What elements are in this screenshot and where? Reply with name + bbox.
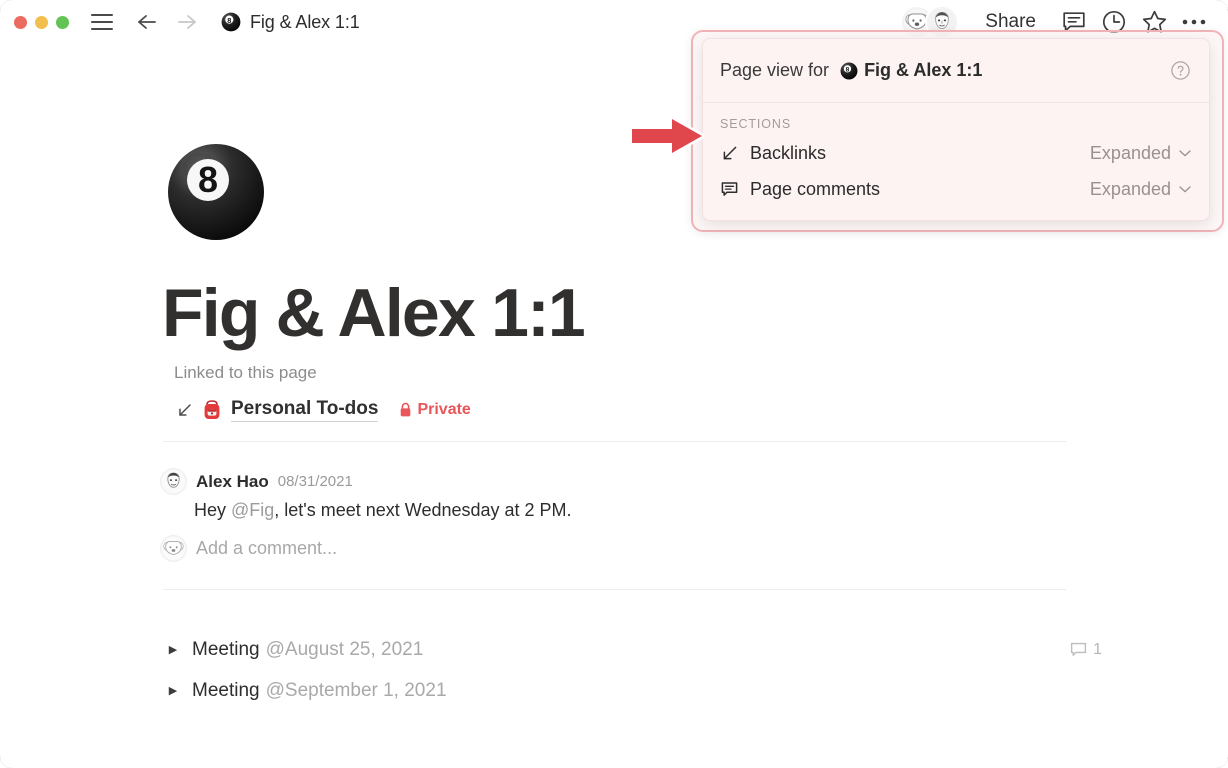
triangle-right-icon[interactable]: ▶ <box>162 684 184 697</box>
comment-text-after: , let's meet next Wednesday at 2 PM. <box>274 500 572 520</box>
page-emoji-eight-ball[interactable]: 8 <box>164 140 268 244</box>
panel-row-label: Backlinks <box>750 142 827 163</box>
arrow-down-left-icon <box>176 402 193 419</box>
comment-header: Alex Hao 08/31/2021 <box>160 468 1070 495</box>
minimize-window-button[interactable] <box>35 15 48 29</box>
avatar-current-user <box>160 535 187 562</box>
avatar-alex-hao <box>160 468 187 495</box>
backlinks-state-value: Expanded <box>1089 142 1171 163</box>
page-comment-block: Alex Hao 08/31/2021 Hey @Fig, let's meet… <box>160 468 1070 562</box>
titlebar-title: Fig & Alex 1:1 <box>250 11 360 32</box>
page-view-panel: Page view for 8 Fig & Alex 1:1 SECTIONS … <box>702 38 1210 221</box>
privacy-label: Private <box>417 401 471 418</box>
linked-page-row: Personal To-dos Private <box>176 398 471 422</box>
meeting-date[interactable]: @September 1, 2021 <box>266 680 447 702</box>
panel-row-page-comments[interactable]: Page comments Expanded <box>703 171 1209 207</box>
list-item[interactable]: ▶ Meeting @September 1, 2021 <box>162 670 1108 711</box>
meeting-comment-count-value: 1 <box>1093 640 1102 658</box>
add-comment-input[interactable]: Add a comment... <box>196 538 337 559</box>
panel-header-document: 8 Fig & Alex 1:1 <box>840 60 982 81</box>
linked-page-name[interactable]: Personal To-dos <box>231 398 379 422</box>
meeting-list: ▶ Meeting @August 25, 2021 1 ▶ Meeting @… <box>162 629 1108 711</box>
linked-to-this-page-label: Linked to this page <box>174 363 317 382</box>
list-item[interactable]: ▶ Meeting @August 25, 2021 1 <box>162 629 1108 670</box>
panel-sections-label: SECTIONS <box>720 117 792 131</box>
maximize-window-button[interactable] <box>56 15 69 29</box>
meeting-label: Meeting <box>192 638 260 660</box>
comment-text: Hey @Fig, let's meet next Wednesday at 2… <box>194 500 1070 521</box>
arrow-right-icon[interactable] <box>175 12 199 32</box>
meeting-date[interactable]: @August 25, 2021 <box>266 639 424 661</box>
meeting-label: Meeting <box>192 679 260 701</box>
chevron-down-icon <box>1178 148 1192 158</box>
panel-row-backlinks[interactable]: Backlinks Expanded <box>703 135 1209 171</box>
svg-text:8: 8 <box>198 159 218 200</box>
backpack-emoji <box>202 399 222 421</box>
arrow-down-left-icon <box>720 144 742 163</box>
eight-ball-icon: 8 <box>221 12 241 32</box>
triangle-right-icon[interactable]: ▶ <box>162 643 184 656</box>
arrow-left-icon[interactable] <box>135 12 159 32</box>
lock-icon <box>399 402 412 418</box>
backlinks-state-dropdown[interactable]: Expanded <box>1090 143 1192 164</box>
page-comments-state-value: Expanded <box>1089 178 1171 199</box>
page-comments-state-dropdown[interactable]: Expanded <box>1090 179 1192 200</box>
panel-row-label: Page comments <box>750 178 881 199</box>
comment-lines-icon <box>720 180 742 199</box>
app-window: 8 Fig & Alex 1:1 Share 8 Fig & Alex 1:1 … <box>0 0 1228 768</box>
divider-top <box>163 441 1066 442</box>
comment-text-before: Hey <box>194 500 232 520</box>
navigation-arrows <box>135 12 199 32</box>
meeting-comment-count[interactable]: 1 <box>1070 641 1102 659</box>
comment-author: Alex Hao <box>196 471 269 491</box>
window-controls <box>14 15 69 29</box>
svg-text:8: 8 <box>227 16 231 25</box>
panel-header: Page view for 8 Fig & Alex 1:1 <box>703 39 1209 103</box>
svg-text:8: 8 <box>846 66 850 73</box>
comment-date: 08/31/2021 <box>277 473 353 490</box>
hamburger-menu-icon[interactable] <box>91 14 113 30</box>
page-title: Fig & Alex 1:1 <box>162 275 586 351</box>
comment-bubble-icon <box>1070 642 1087 658</box>
privacy-badge: Private <box>399 401 471 419</box>
add-comment-row[interactable]: Add a comment... <box>160 535 1070 562</box>
close-window-button[interactable] <box>14 15 27 29</box>
eight-ball-icon: 8 <box>840 62 858 80</box>
panel-header-label: Page view for <box>720 60 830 80</box>
divider-bottom <box>163 589 1066 590</box>
panel-header-title: Fig & Alex 1:1 <box>864 60 983 80</box>
comment-mention[interactable]: @Fig <box>231 500 274 520</box>
chevron-down-icon <box>1178 184 1192 194</box>
titlebar-document-chip[interactable]: 8 Fig & Alex 1:1 <box>221 12 360 33</box>
help-circle-icon[interactable] <box>1170 60 1191 81</box>
